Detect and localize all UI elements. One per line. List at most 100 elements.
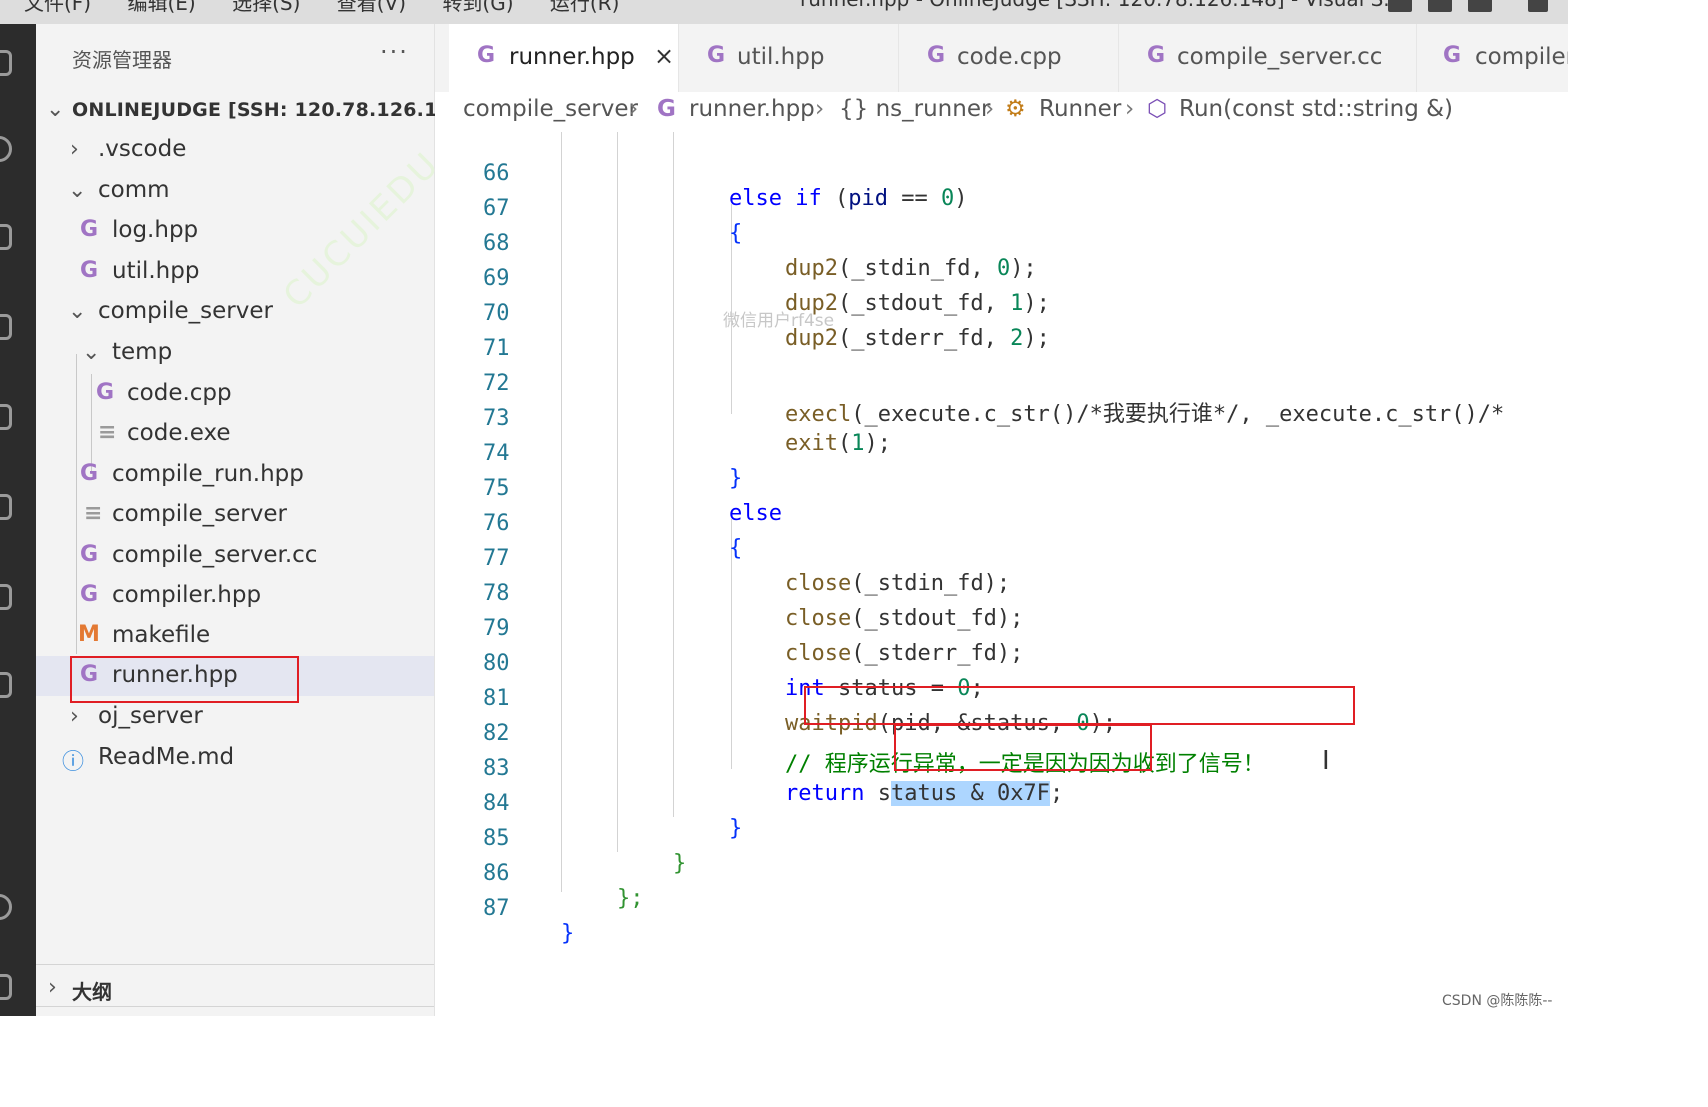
tree-item-label: ReadMe.md	[98, 744, 235, 770]
workspace-root-label: ONLINEJUDGE [SSH: 120.78.126.148]	[72, 99, 474, 121]
menu-view[interactable]: 查看(V)	[337, 0, 406, 15]
code-line: 77 close(_stdin_fd);	[435, 521, 1568, 596]
info-icon: ⓘ	[62, 750, 85, 775]
text-file-icon: ≡	[98, 420, 117, 445]
breadcrumb-file[interactable]: runner.hpp	[689, 96, 815, 122]
outline-section[interactable]: › 大纲	[36, 964, 434, 1011]
remote-explorer-icon[interactable]	[0, 494, 12, 520]
tree-item-compile-server-binary[interactable]: ≡ compile_server	[36, 495, 434, 535]
tree-item-compiler-hpp[interactable]: G compiler.hpp	[36, 576, 434, 616]
code-line: 69 dup2(_stdout_fd, 1);	[435, 241, 1568, 316]
source-control-icon[interactable]	[0, 224, 12, 250]
breadcrumb-separator: ›	[985, 96, 995, 122]
close-icon[interactable]: ×	[654, 42, 674, 70]
more-actions-icon[interactable]: ···	[380, 38, 409, 66]
tree-item-label: compile_run.hpp	[112, 461, 304, 487]
chevron-down-icon: ⌄	[68, 178, 87, 203]
explorer-icon[interactable]	[0, 50, 12, 76]
line-number: 87	[483, 896, 510, 921]
cpp-file-icon: G	[1443, 43, 1462, 68]
code-line: 79 close(_stderr_fd);	[435, 591, 1568, 666]
search-icon[interactable]	[0, 136, 12, 162]
tree-item-readme[interactable]: ⓘ ReadMe.md	[36, 738, 434, 778]
tree-item-temp[interactable]: ⌄ temp	[36, 333, 434, 373]
tab-label: runner.hpp	[509, 44, 635, 70]
window-title: runner.hpp - OnlineJudge [SSH: 120.78.12…	[800, 0, 1402, 11]
wechat-watermark: 微信用户rf4se	[723, 311, 835, 331]
tree-item-compile-server-folder[interactable]: ⌄ compile_server	[36, 292, 434, 332]
text-file-icon: ≡	[84, 501, 103, 526]
tab-util-hpp[interactable]: G util.hpp	[679, 24, 899, 92]
chevron-down-icon: ⌄	[82, 340, 101, 365]
divider	[36, 1006, 434, 1007]
tab-runner-hpp[interactable]: G runner.hpp ×	[449, 24, 679, 92]
tree-item-label: compile_server	[98, 298, 273, 324]
code-line: 72 execl(_execute.c_str()/*我要执行谁*/, _exe…	[435, 346, 1568, 427]
tree-item-makefile[interactable]: M makefile	[36, 616, 434, 656]
breadcrumb-class[interactable]: Runner	[1039, 96, 1121, 122]
code-line: 80 int status = 0;	[435, 626, 1568, 701]
tree-item-util-hpp[interactable]: G util.hpp	[36, 252, 434, 292]
tree-item-oj-server[interactable]: › oj_server	[36, 697, 434, 737]
chevron-right-icon: ›	[48, 975, 57, 1000]
tree-item-vscode[interactable]: › .vscode	[36, 130, 434, 170]
chevron-right-icon: ›	[70, 137, 79, 162]
explorer-sidebar: 资源管理器 ··· ⌄ ONLINEJUDGE [SSH: 120.78.126…	[36, 24, 473, 1016]
tab-label: util.hpp	[737, 44, 825, 70]
cpp-file-icon: G	[477, 43, 496, 68]
cpp-file-icon: G	[80, 582, 99, 607]
toggle-sidebar-icon[interactable]	[1388, 0, 1412, 12]
explorer-title: 资源管理器	[72, 48, 172, 72]
breadcrumb-folder[interactable]: compile_server	[463, 96, 638, 122]
tab-label: compile_server.cc	[1177, 44, 1383, 70]
menu-edit[interactable]: 编辑(E)	[127, 0, 195, 15]
breadcrumb-method[interactable]: Run(const std::string &)	[1179, 96, 1453, 122]
tree-item-code-cpp[interactable]: G code.cpp	[36, 374, 434, 414]
tab-label: compiler	[1475, 44, 1568, 70]
tree-item-label: compile_server	[112, 501, 287, 527]
method-icon: ⬡	[1147, 96, 1168, 122]
chevron-down-icon: ⌄	[68, 299, 87, 324]
tab-compile-server-cc[interactable]: G compile_server.cc	[1119, 24, 1417, 92]
cpp-file-icon: G	[80, 461, 99, 486]
extensions-icon[interactable]	[0, 404, 12, 430]
cpp-file-icon: G	[707, 43, 726, 68]
code-line: 74 }	[435, 416, 1568, 491]
cpp-file-icon: G	[96, 380, 115, 405]
manage-gear-icon[interactable]	[0, 974, 12, 1000]
tree-item-compile-server-cc[interactable]: G compile_server.cc	[36, 536, 434, 576]
code-line: 73 exit(1);	[435, 381, 1568, 456]
tree-item-label: compile_server.cc	[112, 542, 318, 568]
tab-code-cpp[interactable]: G code.cpp	[899, 24, 1119, 92]
code-line: 67 {	[435, 171, 1568, 246]
testing-icon[interactable]	[0, 584, 12, 610]
code-line: 78 close(_stdout_fd);	[435, 556, 1568, 631]
line-text: }	[561, 921, 575, 946]
breadcrumb: compile_server › G runner.hpp › {} ns_ru…	[435, 92, 1568, 132]
toggle-secondary-sidebar-icon[interactable]	[1468, 0, 1492, 12]
menu-select[interactable]: 选择(S)	[232, 0, 300, 15]
accounts-icon[interactable]	[0, 894, 12, 920]
menu-run[interactable]: 运行(R)	[550, 0, 620, 15]
docker-icon[interactable]	[0, 672, 12, 698]
breadcrumb-separator: ›	[1125, 96, 1135, 122]
title-bar: 文件(F) 编辑(E) 选择(S) 查看(V) 转到(G) 运行(R) runn…	[0, 0, 1568, 24]
run-debug-icon[interactable]	[0, 314, 12, 340]
workspace-root[interactable]: ⌄ ONLINEJUDGE [SSH: 120.78.126.148]	[36, 90, 473, 130]
customize-layout-icon[interactable]	[1528, 0, 1548, 12]
menu-file[interactable]: 文件(F)	[24, 0, 91, 15]
cpp-file-icon: G	[80, 258, 99, 283]
menu-goto[interactable]: 转到(G)	[442, 0, 513, 15]
chevron-down-icon: ⌄	[46, 97, 65, 122]
toggle-panel-icon[interactable]	[1428, 0, 1452, 12]
code-editor[interactable]: 66 else if (pid == 0) 67 { 68 dup2(_stdi…	[435, 132, 1568, 1016]
makefile-icon: M	[78, 622, 100, 647]
tab-label: code.cpp	[957, 44, 1062, 70]
code-line: 84 }	[435, 766, 1568, 841]
tree-item-label: comm	[98, 177, 170, 203]
tree-item-compile-run-hpp[interactable]: G compile_run.hpp	[36, 455, 434, 495]
breadcrumb-namespace[interactable]: {} ns_runner	[839, 96, 990, 122]
tree-item-code-exe[interactable]: ≡ code.exe	[36, 414, 434, 454]
tab-compiler[interactable]: G compiler	[1417, 24, 1568, 92]
text-cursor-icon: I	[1322, 746, 1330, 776]
